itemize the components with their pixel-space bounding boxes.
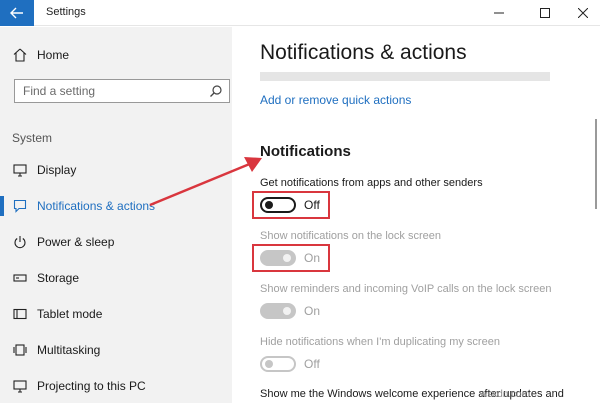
sidebar-item-label: Notifications & actions: [37, 199, 156, 213]
watermark: wsxdn.com: [480, 389, 531, 400]
page-title: Notifications & actions: [260, 41, 467, 64]
search-box: [14, 79, 230, 103]
projecting-icon: [12, 378, 28, 394]
add-remove-quick-actions-link[interactable]: Add or remove quick actions: [260, 93, 411, 107]
quick-actions-strip: [260, 72, 550, 81]
close-icon: [578, 8, 588, 18]
notification-icon: [12, 198, 28, 214]
maximize-icon: [540, 8, 550, 18]
back-arrow-icon: [10, 7, 23, 19]
close-button[interactable]: [566, 0, 600, 26]
hide-duplicating-label: Hide notifications when I'm duplicating …: [260, 336, 500, 348]
sidebar-item-label: Home: [37, 48, 70, 62]
scrollbar[interactable]: [588, 27, 600, 403]
highlight-box: [252, 191, 330, 219]
multitasking-icon: [12, 342, 28, 358]
maximize-button[interactable]: [528, 0, 562, 26]
sidebar-item-display[interactable]: Display: [0, 157, 232, 183]
reminders-voip-label: Show reminders and incoming VoIP calls o…: [260, 283, 552, 295]
get-notifications-label: Get notifications from apps and other se…: [260, 177, 483, 189]
search-input[interactable]: [15, 80, 205, 102]
sidebar-item-multitasking[interactable]: Multitasking: [0, 337, 232, 363]
toggle-knob: [283, 307, 291, 315]
sidebar-item-label: Multitasking: [37, 343, 101, 357]
sidebar-item-label: Display: [37, 163, 77, 177]
sidebar-item-home[interactable]: Home: [0, 42, 232, 68]
minimize-icon: [494, 12, 504, 14]
sidebar: Home System Display Notifications & acti…: [0, 27, 232, 403]
sidebar-item-label: Storage: [37, 271, 80, 285]
monitor-icon: [12, 162, 28, 178]
sidebar-item-label: Tablet mode: [37, 307, 103, 321]
sidebar-section-label: System: [12, 131, 53, 145]
sidebar-item-projecting[interactable]: Projecting to this PC: [0, 373, 232, 399]
sidebar-item-tablet-mode[interactable]: Tablet mode: [0, 301, 232, 327]
lock-screen-notifications-label: Show notifications on the lock screen: [260, 230, 441, 242]
reminders-voip-state: On: [304, 304, 321, 318]
window-title: Settings: [46, 6, 86, 18]
sidebar-item-label: Projecting to this PC: [37, 379, 146, 393]
minimize-button[interactable]: [482, 0, 516, 26]
search-icon[interactable]: [209, 84, 223, 98]
highlight-box: [252, 244, 330, 272]
hide-duplicating-toggle[interactable]: [260, 356, 296, 372]
sidebar-item-notifications[interactable]: Notifications & actions: [0, 193, 232, 219]
main-content: Notifications & actions Add or remove qu…: [232, 27, 600, 403]
title-bar: Settings: [0, 0, 600, 26]
sidebar-item-storage[interactable]: Storage: [0, 265, 232, 291]
notifications-heading: Notifications: [260, 143, 351, 160]
tablet-icon: [12, 306, 28, 322]
back-button[interactable]: [0, 0, 34, 26]
hide-duplicating-state: Off: [304, 357, 320, 371]
power-icon: [12, 234, 28, 250]
toggle-knob: [265, 360, 273, 368]
storage-icon: [12, 270, 28, 286]
home-icon: [12, 47, 28, 63]
reminders-voip-toggle[interactable]: [260, 303, 296, 319]
scroll-thumb[interactable]: [595, 119, 597, 209]
sidebar-item-power-sleep[interactable]: Power & sleep: [0, 229, 232, 255]
sidebar-item-label: Power & sleep: [37, 235, 115, 249]
